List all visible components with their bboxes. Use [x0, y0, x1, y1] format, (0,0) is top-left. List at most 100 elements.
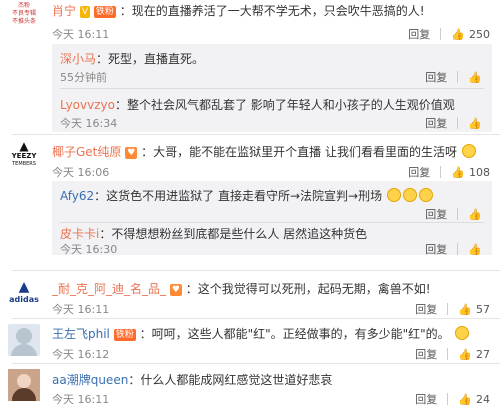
divider — [440, 166, 442, 178]
avatar-text-1: 杰粉 — [17, 2, 30, 9]
reply-username[interactable]: 皮卡卡i — [60, 227, 99, 241]
emoji-icon — [454, 326, 469, 340]
comment-actions: 回复 👍 24 — [415, 391, 490, 407]
divider — [60, 222, 484, 223]
divider — [12, 318, 500, 319]
reply-username[interactable]: 深小马 — [60, 52, 96, 66]
reply-button[interactable]: 回复 — [408, 164, 430, 180]
comment-body: aa潮牌queen：什么人都能成网红感觉这世道好悲哀 — [52, 371, 490, 388]
comment-username[interactable]: aa潮牌queen — [52, 373, 128, 387]
divider — [457, 208, 459, 220]
user-avatar-icon — [16, 328, 32, 344]
like-button[interactable]: 👍 57 — [458, 303, 490, 316]
avatar[interactable]: 杰粉 不良专辑 不推头条 — [8, 2, 40, 34]
fan-level-badge: 铁粉 — [113, 328, 136, 341]
avatar-text-1: YEEZY — [11, 152, 37, 160]
reply-username[interactable]: Afy62 — [60, 189, 94, 203]
reply-item: Lyovvzyo：整个社会风气都乱套了 影响了年轻人和小孩子的人生观价值观 — [60, 96, 484, 113]
like-count: 57 — [476, 302, 490, 316]
adidas-logo-icon: ▲ — [19, 140, 29, 153]
user-avatar-icon — [17, 374, 31, 388]
comment-text: ：大哥，能不能在监狱里开个直播 让我们看看里面的生活呀 — [141, 145, 457, 159]
reply-actions: 回复 👍 — [425, 206, 482, 222]
avatar-text-3: 不推头条 — [11, 18, 36, 25]
like-button[interactable]: 👍 27 — [458, 348, 490, 361]
reply-button[interactable]: 回复 — [425, 206, 447, 222]
comment-text: ：什么人都能成网红感觉这世道好悲哀 — [128, 373, 333, 387]
fan-level-badge: 铁粉 — [93, 5, 116, 18]
verified-badge: V — [79, 5, 91, 18]
fan-icon: ♥ — [169, 283, 182, 296]
comment-username[interactable]: _耐_克_阿_迪_名_品_ — [52, 282, 166, 296]
thumbs-up-icon[interactable]: 👍 — [468, 71, 482, 84]
avatar-text-2: 不良专辑 — [11, 10, 36, 17]
reply-time: 今天 16:30 — [60, 243, 118, 256]
reply-item: Afy62：这货色不用进监狱了 直接走看守所→法院宣判→刑场 — [60, 187, 484, 204]
user-avatar-icon — [12, 388, 36, 401]
reply-button[interactable]: 回复 — [425, 69, 447, 85]
comment-text: ：这个我觉得可以死刑，起码无期，禽兽不如! — [185, 282, 431, 296]
reply-item: 皮卡卡i：不得想想粉丝到底都是些什么人 居然追这种货色 — [60, 225, 484, 242]
thumbs-up-icon: 👍 — [451, 27, 465, 41]
comment-username[interactable]: 椰子Get纯原 — [52, 145, 121, 159]
reply-button[interactable]: 回复 — [415, 346, 437, 362]
comment-text: ：呵呵，这些人都能"红"。正经做事的，有多少能"红"的。 — [139, 327, 450, 341]
like-button[interactable]: 👍 108 — [451, 166, 490, 179]
user-avatar-icon — [11, 344, 37, 356]
comment-time: 今天 16:12 — [52, 348, 110, 361]
divider — [440, 28, 442, 40]
comment-body: 王左飞phil 铁粉 ：呵呵，这些人都能"红"。正经做事的，有多少能"红"的。 — [52, 325, 490, 342]
divider — [12, 270, 500, 271]
comment-time: 今天 16:11 — [52, 28, 110, 41]
avatar-text: adidas — [9, 295, 39, 304]
divider — [447, 303, 449, 315]
thumbs-up-icon[interactable]: 👍 — [468, 208, 482, 221]
like-count: 27 — [476, 347, 490, 361]
avatar[interactable] — [8, 369, 40, 401]
reply-button[interactable]: 回复 — [425, 115, 447, 131]
comment-time: 今天 16:11 — [52, 303, 110, 316]
divider — [447, 348, 449, 360]
reply-button[interactable]: 回复 — [415, 301, 437, 317]
reply-text: ：这货色不用进监狱了 直接走看守所→法院宣判→刑场 — [94, 189, 383, 203]
divider — [60, 88, 484, 89]
reply-button[interactable]: 回复 — [415, 391, 437, 407]
divider — [12, 134, 500, 135]
divider — [457, 71, 459, 83]
like-button[interactable]: 👍 250 — [451, 28, 490, 41]
avatar-text-2: TEMBERS — [12, 161, 36, 167]
reply-box: 深小马：死型，直播直死。 55分钟前 回复 👍 Lyovvzyo：整个社会风气都… — [52, 44, 492, 132]
comment-body: 椰子Get纯原 ♥ ：大哥，能不能在监狱里开个直播 让我们看看里面的生活呀 — [52, 143, 490, 160]
comment-text: ：现在的直播养活了一大帮不学无术，只会吹牛恶搞的人! — [119, 4, 425, 18]
thumbs-up-icon: 👍 — [458, 302, 472, 316]
adidas-logo-icon: ▲ — [18, 279, 30, 295]
reply-button[interactable]: 回复 — [425, 241, 447, 257]
comment-username[interactable]: 肖宁 — [52, 4, 76, 18]
reply-box: Afy62：这货色不用进监狱了 直接走看守所→法院宣判→刑场 回复 👍 皮卡卡i… — [52, 181, 492, 257]
divider — [12, 363, 500, 364]
thumbs-up-icon[interactable]: 👍 — [468, 243, 482, 256]
emoji-icon — [402, 188, 417, 202]
reply-item: 深小马：死型，直播直死。 — [60, 50, 484, 67]
reply-button[interactable]: 回复 — [408, 26, 430, 42]
reply-text: ：整个社会风气都乱套了 影响了年轻人和小孩子的人生观价值观 — [114, 98, 455, 112]
like-count: 24 — [476, 392, 490, 406]
comment-username[interactable]: 王左飞phil — [52, 327, 110, 341]
reply-username[interactable]: Lyovvzyo — [60, 98, 115, 112]
reply-text: ：不得想想粉丝到底都是些什么人 居然追这种货色 — [99, 227, 368, 241]
thumbs-up-icon: 👍 — [451, 165, 465, 179]
reply-actions: 回复 👍 — [425, 115, 482, 131]
reply-time: 今天 16:34 — [60, 117, 118, 130]
avatar[interactable]: ▲ YEEZY TEMBERS — [8, 140, 40, 172]
comment-time: 今天 16:11 — [52, 393, 110, 406]
like-button[interactable]: 👍 24 — [458, 393, 490, 406]
thumbs-up-icon: 👍 — [458, 347, 472, 361]
emoji-icon — [461, 144, 476, 158]
divider — [447, 393, 449, 405]
comment-actions: 回复 👍 108 — [408, 164, 490, 180]
avatar[interactable] — [8, 324, 40, 356]
thumbs-up-icon[interactable]: 👍 — [468, 117, 482, 130]
emoji-icon — [418, 188, 433, 202]
comment-body: _耐_克_阿_迪_名_品_ ♥ ：这个我觉得可以死刑，起码无期，禽兽不如! — [52, 280, 490, 297]
avatar[interactable]: ▲ adidas — [8, 279, 40, 311]
